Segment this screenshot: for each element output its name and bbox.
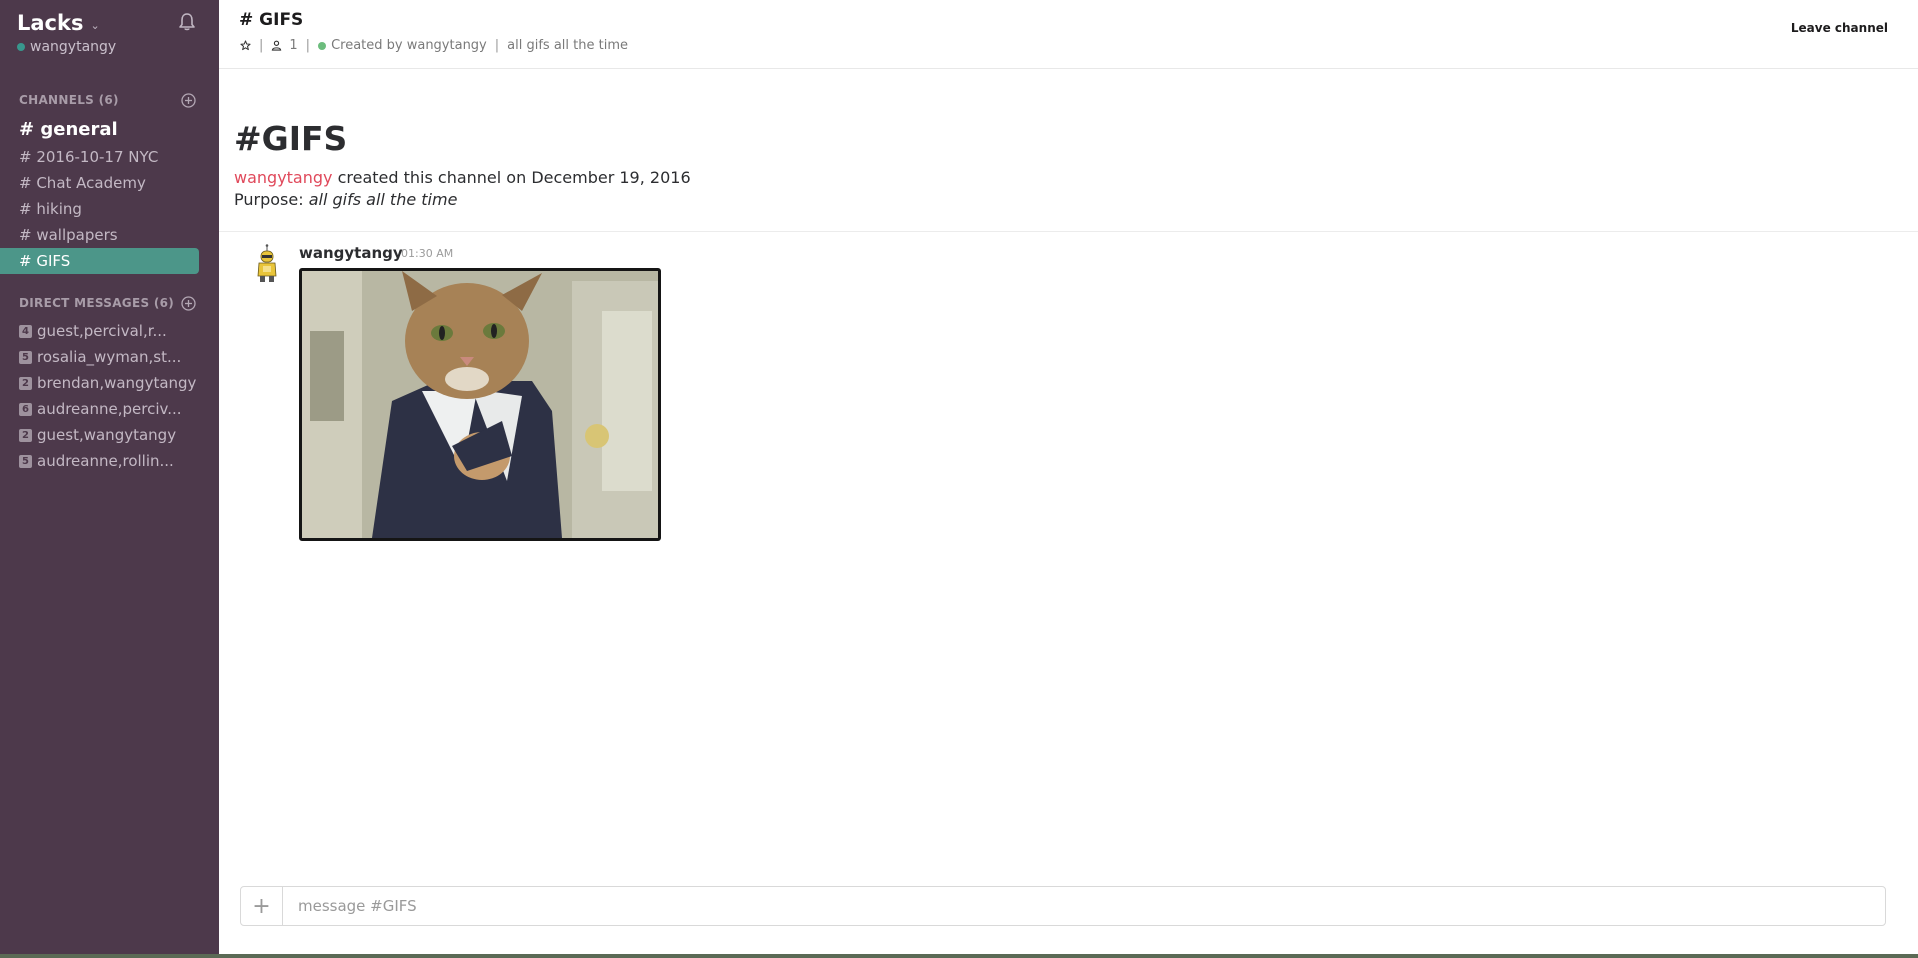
separator: | [494, 38, 500, 53]
dm-item[interactable]: 6 audreanne,perciv... [0, 396, 219, 422]
message-composer: + [240, 886, 1886, 926]
dm-item[interactable]: 5 audreanne,rollin... [0, 448, 219, 474]
channel-item-wallpapers[interactable]: # wallpapers [0, 222, 219, 248]
channels-header-label: CHANNELS (6) [19, 93, 119, 107]
channel-item-2016-10-17-nyc[interactable]: # 2016-10-17 NYC [0, 144, 219, 170]
channel-item-general[interactable]: # general [0, 116, 219, 144]
message-author[interactable]: wangytangy [299, 244, 403, 262]
dm-item[interactable]: 4 guest,percival,r... [0, 318, 219, 344]
divider [219, 231, 1918, 232]
channel-header: # GIFS | 1 | Created by wangytangy | all… [219, 0, 1918, 69]
separator: | [305, 38, 311, 53]
member-icon[interactable] [271, 40, 282, 51]
channel-list: # general # 2016-10-17 NYC # Chat Academ… [0, 116, 219, 274]
dm-member-count: 6 [19, 402, 32, 416]
dm-item[interactable]: 5 rosalia_wyman,st... [0, 344, 219, 370]
dm-item-label: rosalia_wyman,st... [37, 348, 182, 366]
purpose-label: Purpose: [234, 190, 304, 209]
created-by: Created by wangytangy [331, 38, 487, 53]
channels-header[interactable]: CHANNELS (6) [19, 93, 119, 107]
intro-created-text: created this channel on December 19, 201… [337, 168, 691, 187]
channel-item-gifs[interactable]: # GIFS [0, 248, 199, 274]
creator-link[interactable]: wangytangy [234, 168, 333, 187]
channel-item-hiking[interactable]: # hiking [0, 196, 219, 222]
separator: | [259, 38, 264, 53]
add-channel-icon[interactable] [181, 93, 196, 108]
dm-member-count: 2 [19, 428, 32, 442]
current-user[interactable]: wangytangy [17, 39, 116, 55]
purpose-text: all gifs all the time [308, 190, 458, 209]
avatar[interactable] [254, 244, 284, 284]
channel-title: # GIFS [239, 10, 304, 30]
dm-member-count: 5 [19, 350, 32, 364]
message-input[interactable] [283, 888, 1885, 924]
dm-item[interactable]: 2 guest,wangytangy [0, 422, 219, 448]
dm-item-label: guest,wangytangy [37, 426, 177, 444]
dm-item[interactable]: 2 brendan,wangytangy [0, 370, 219, 396]
member-count[interactable]: 1 [289, 38, 297, 53]
add-dm-icon[interactable] [181, 296, 196, 311]
dm-member-count: 4 [19, 324, 32, 338]
channel-purpose: all gifs all the time [507, 38, 628, 53]
sidebar: Lacks ⌄ wangytangy CHANNELS (6) # genera… [0, 0, 219, 958]
channel-meta: | 1 | Created by wangytangy | all gifs a… [240, 38, 628, 53]
intro-purpose-line: Purpose: all gifs all the time [234, 190, 457, 209]
bell-icon[interactable] [178, 12, 196, 32]
intro-title: #GIFS [234, 119, 348, 158]
dm-member-count: 5 [19, 454, 32, 468]
channel-item-chat-academy[interactable]: # Chat Academy [0, 170, 219, 196]
star-icon[interactable] [240, 40, 251, 51]
dm-header[interactable]: DIRECT MESSAGES (6) [19, 296, 174, 310]
dm-header-label: DIRECT MESSAGES (6) [19, 296, 175, 310]
dm-item-label: audreanne,perciv... [37, 400, 182, 418]
gif-attachment[interactable] [299, 268, 661, 541]
dm-item-label: audreanne,rollin... [37, 452, 174, 470]
chevron-down-icon: ⌄ [90, 18, 100, 32]
dm-member-count: 2 [19, 376, 32, 390]
intro-created-line: wangytangy created this channel on Decem… [234, 168, 691, 187]
current-user-name: wangytangy [30, 39, 117, 55]
dm-item-label: brendan,wangytangy [37, 374, 197, 392]
presence-dot-icon [17, 43, 25, 51]
creator-presence-icon [318, 41, 327, 50]
team-name: Lacks [17, 11, 84, 35]
dm-list: 4 guest,percival,r... 5 rosalia_wyman,st… [0, 318, 219, 474]
plus-icon[interactable]: + [241, 887, 283, 925]
leave-channel-button[interactable]: Leave channel [1791, 21, 1888, 35]
cat-in-suit-gif [302, 271, 658, 538]
window-bottom-edge [0, 954, 1918, 958]
team-switcher[interactable]: Lacks ⌄ [17, 11, 100, 35]
message-timestamp[interactable]: 01:30 AM [401, 247, 453, 260]
dm-item-label: guest,percival,r... [37, 322, 167, 340]
